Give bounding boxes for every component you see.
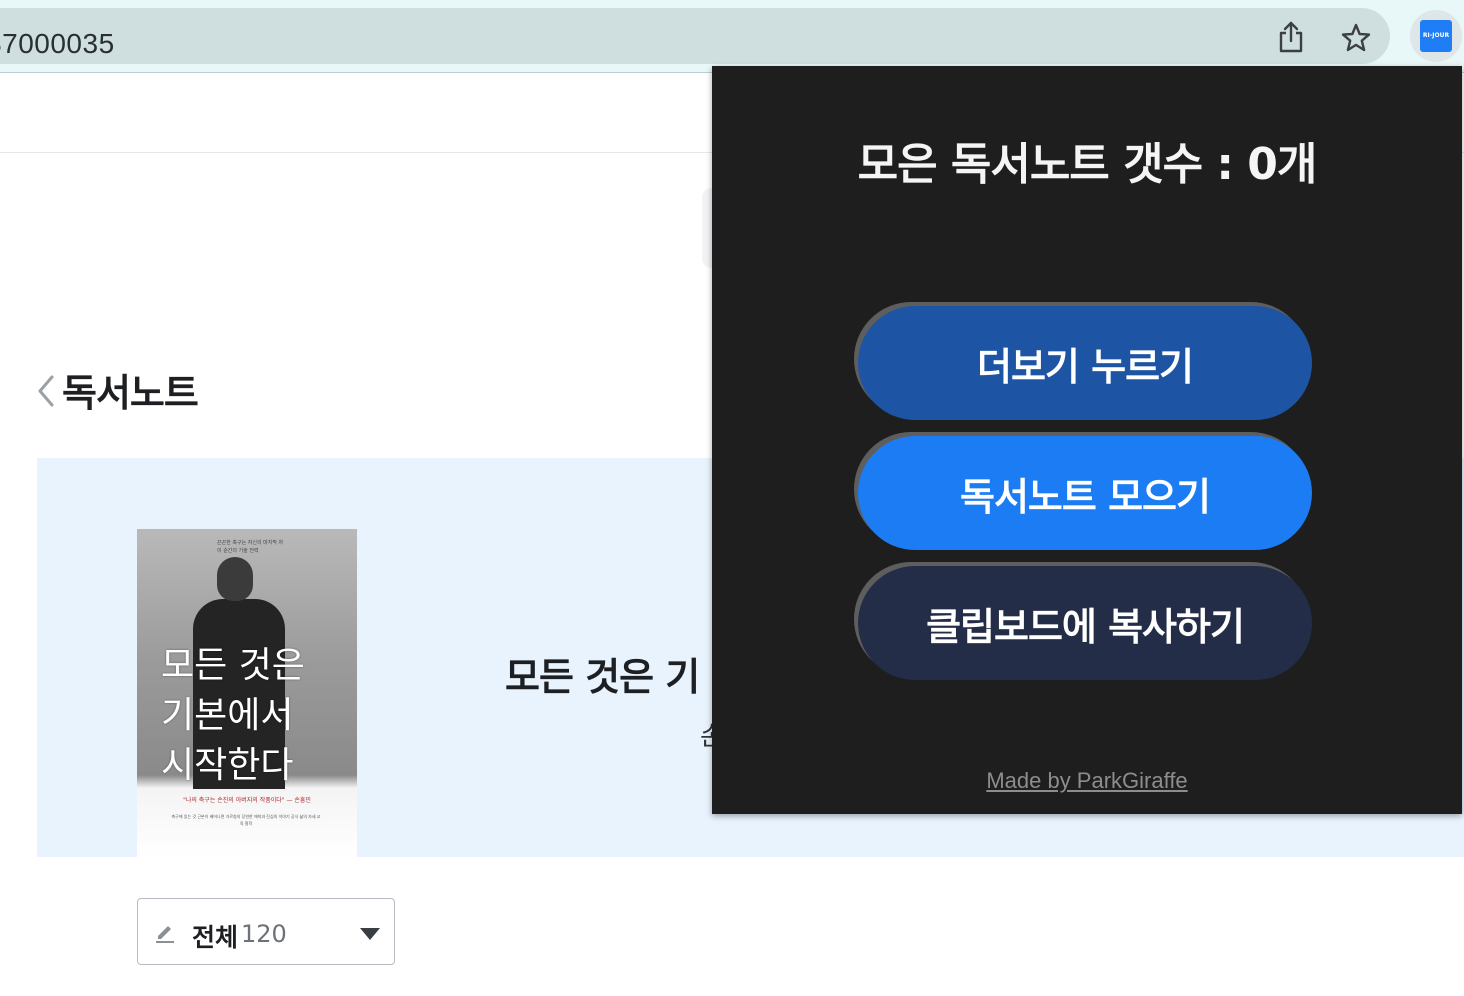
book-cover[interactable]: 끈끈한 축구는 자신의 마지막 차이 순간의 기술 전력 모든 것은 기본에서 … <box>137 529 357 857</box>
cover-title-line: 시작한다 <box>161 745 294 786</box>
browser-toolbar: 337000035 RI-JOUR <box>0 0 1464 73</box>
copy-to-clipboard-button[interactable]: 클립보드에 복사하기 <box>858 566 1312 680</box>
click-more-button[interactable]: 더보기 누르기 <box>858 306 1312 420</box>
made-by-link[interactable]: Made by ParkGiraffe <box>712 768 1462 794</box>
cover-quote: "나의 축구는 손진의 아버지의 작품이다" — 손흥민 <box>183 797 311 804</box>
cover-title-line: 기본에서 <box>161 695 294 736</box>
url-text[interactable]: 337000035 <box>0 28 115 60</box>
extension-icon: RI-JOUR <box>1420 20 1452 52</box>
pencil-icon <box>156 926 174 943</box>
address-bar[interactable]: 337000035 <box>0 8 1390 64</box>
note-count-heading: 모은 독서노트 갯수 : 0개 <box>857 139 1318 190</box>
back-chevron-icon[interactable] <box>36 374 56 408</box>
cover-title-line: 모든 것은 <box>161 645 305 686</box>
cover-person-head <box>217 557 253 601</box>
share-icon[interactable] <box>1276 20 1306 54</box>
bookmark-star-icon[interactable] <box>1340 22 1372 54</box>
page-title: 독서노트 <box>62 371 199 415</box>
cover-tagline: 축구에 있는 것 근본이 배어나면 가르침의 당연한 애착과 진심의 이야기 공… <box>171 814 321 826</box>
chevron-down-icon <box>360 928 380 940</box>
cover-small-text: 끈끈한 축구는 자신의 마지막 차이 순간의 기술 전력 <box>217 540 284 554</box>
filter-count: 120 <box>241 920 287 948</box>
extension-popup: 모은 독서노트 갯수 : 0개 더보기 누르기 독서노트 모으기 클립보드에 복… <box>712 66 1462 814</box>
extension-button[interactable]: RI-JOUR <box>1410 10 1462 62</box>
filter-label: 전체 <box>192 923 239 952</box>
collect-notes-button[interactable]: 독서노트 모으기 <box>858 436 1312 550</box>
cover-title: 모든 것은 기본에서 시작한다 <box>161 641 341 791</box>
book-title: 모든 것은 기 <box>505 655 700 699</box>
note-filter-select[interactable]: 전체 120 <box>137 898 395 965</box>
